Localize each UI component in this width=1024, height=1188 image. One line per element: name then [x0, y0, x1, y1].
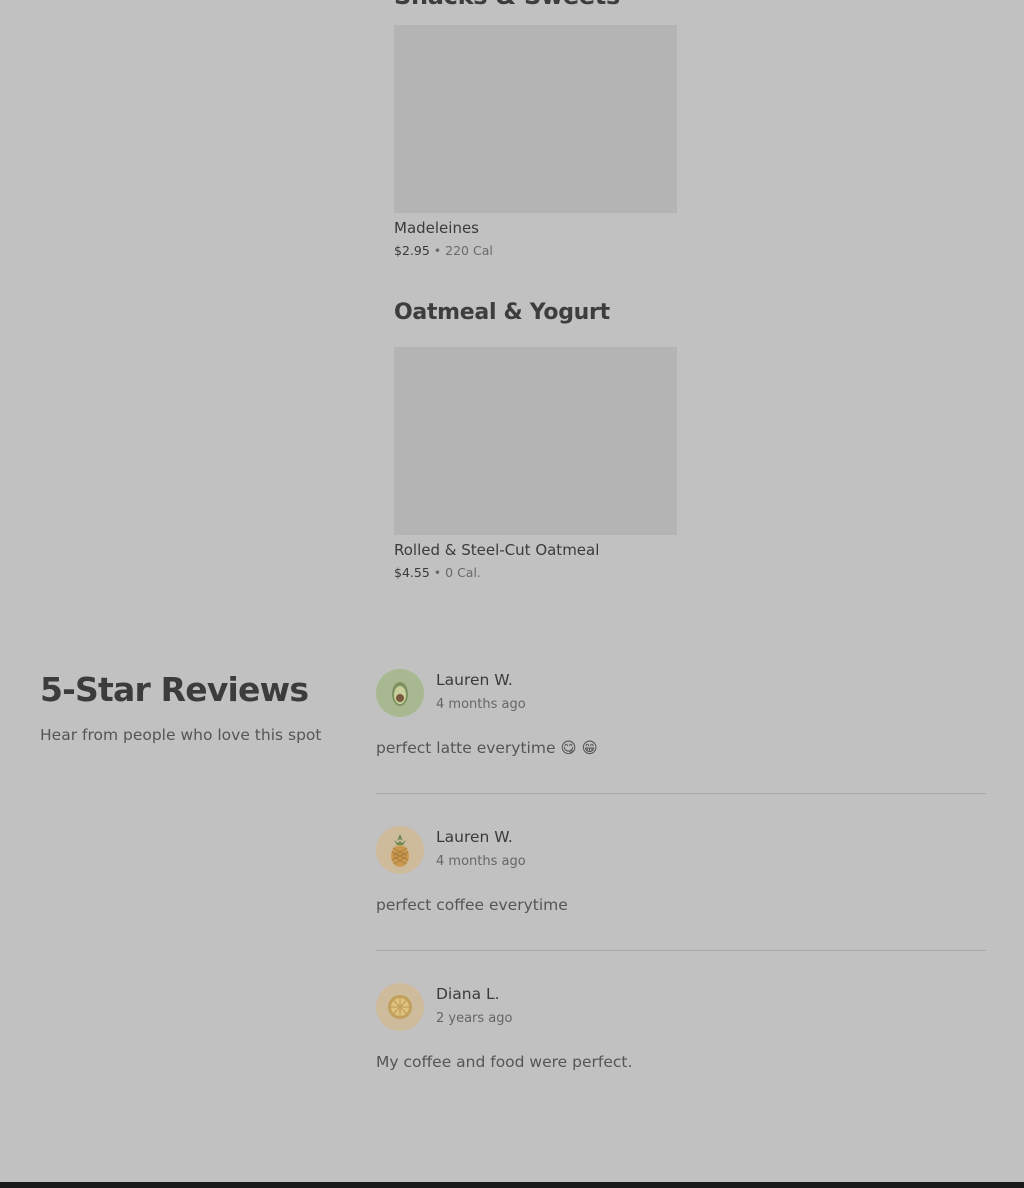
menu-item-meta: $2.95 • 220 Cal — [394, 243, 677, 258]
menu-item-calories: 0 Cal. — [445, 565, 481, 580]
reviewer-name: Lauren W. — [436, 671, 513, 689]
review-text: perfect latte everytime 😋 😁 — [376, 739, 598, 757]
review-date: 4 months ago — [436, 854, 526, 869]
reviewer-name: Lauren W. — [436, 828, 513, 846]
menu-item-image[interactable] — [394, 347, 677, 535]
reviewer-name: Diana L. — [436, 985, 500, 1003]
menu-item-meta: $4.55 • 0 Cal. — [394, 565, 677, 580]
review-text: perfect coffee everytime — [376, 896, 568, 914]
meta-separator: • — [433, 565, 442, 580]
review-text: My coffee and food were perfect. — [376, 1053, 633, 1071]
section-title-oatmeal-yogurt: Oatmeal & Yogurt — [394, 300, 610, 325]
review-divider — [376, 793, 986, 794]
menu-item-price: $4.55 — [394, 565, 430, 580]
menu-item-name[interactable]: Madeleines — [394, 219, 677, 237]
footer-bar — [0, 1182, 1024, 1188]
section-title-snacks: Snacks & Sweets — [394, 0, 620, 10]
menu-item-image[interactable] — [394, 25, 677, 213]
avocado-icon — [376, 669, 424, 717]
menu-item-card-madeleines[interactable]: Madeleines $2.95 • 220 Cal — [394, 25, 677, 258]
pineapple-icon — [376, 826, 424, 874]
lemon-icon — [376, 983, 424, 1031]
reviews-heading: 5-Star Reviews — [40, 670, 309, 709]
menu-item-price: $2.95 — [394, 243, 430, 258]
review-date: 2 years ago — [436, 1011, 513, 1026]
menu-item-card-oatmeal[interactable]: Rolled & Steel-Cut Oatmeal $4.55 • 0 Cal… — [394, 347, 677, 580]
review-divider — [376, 950, 986, 951]
menu-item-calories: 220 Cal — [445, 243, 493, 258]
review-date: 4 months ago — [436, 697, 526, 712]
meta-separator: • — [433, 243, 442, 258]
menu-item-name[interactable]: Rolled & Steel-Cut Oatmeal — [394, 541, 677, 559]
reviews-subheading: Hear from people who love this spot — [40, 726, 322, 744]
